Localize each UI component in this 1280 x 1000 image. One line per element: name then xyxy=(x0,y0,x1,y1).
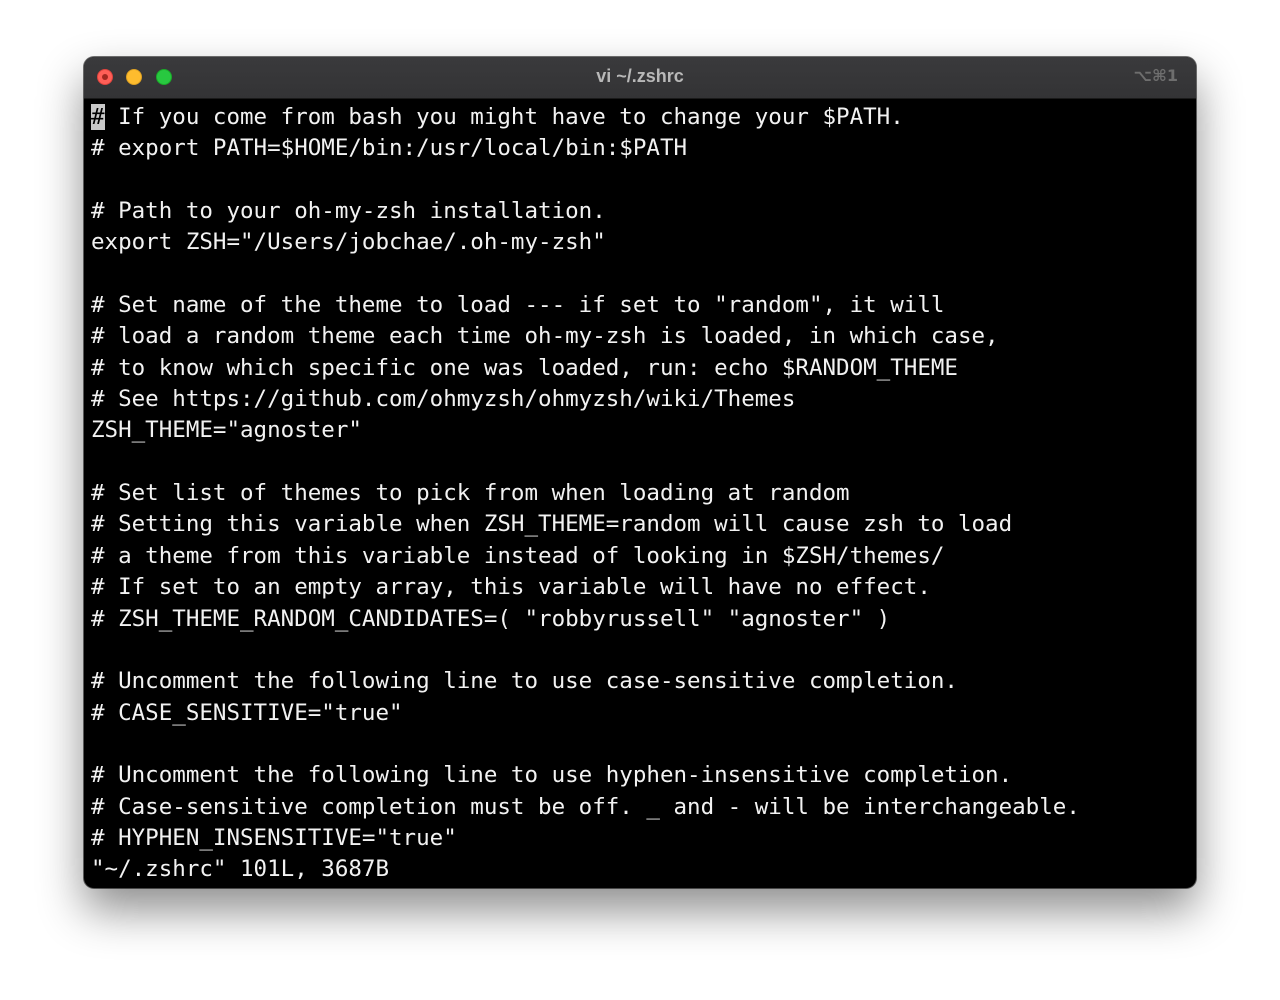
title-bar[interactable]: vi ~/.zshrc ⌥⌘1 xyxy=(84,57,1196,99)
status-line: "~/.zshrc" 101L, 3687B xyxy=(91,856,390,883)
editor-line: # a theme from this variable instead of … xyxy=(91,542,945,569)
window-title: vi ~/.zshrc xyxy=(596,66,684,86)
text-cursor: # xyxy=(91,104,105,130)
editor-line: # load a random theme each time oh-my-zs… xyxy=(91,323,999,350)
editor-line: # Path to your oh-my-zsh installation. xyxy=(91,198,606,225)
editor-line: export ZSH="/Users/jobchae/.oh-my-zsh" xyxy=(91,229,606,256)
editor-line: # See https://github.com/ohmyzsh/ohmyzsh… xyxy=(91,386,796,413)
terminal-window: vi ~/.zshrc ⌥⌘1 # If you come from bash … xyxy=(84,57,1196,888)
editor-line: # Uncomment the following line to use hy… xyxy=(91,762,1013,789)
editor-line: # export PATH=$HOME/bin:/usr/local/bin:$… xyxy=(91,135,688,162)
editor-line: # to know which specific one was loaded,… xyxy=(91,354,958,381)
editor-line: # Set list of themes to pick from when l… xyxy=(91,480,850,507)
editor-line: # Uncomment the following line to use ca… xyxy=(91,668,958,695)
editor-line: ZSH_THEME="agnoster" xyxy=(91,417,362,444)
editor-line: # If set to an empty array, this variabl… xyxy=(91,574,931,601)
editor-line: # If you come from bash you might have t… xyxy=(91,102,1188,133)
editor-buffer[interactable]: # If you come from bash you might have t… xyxy=(91,102,1188,888)
window-shortcut-label: ⌥⌘1 xyxy=(1133,66,1178,85)
editor-line: # Set name of the theme to load --- if s… xyxy=(91,292,945,319)
editor-line: # Setting this variable when ZSH_THEME=r… xyxy=(91,511,1013,538)
editor-line: # ZSH_THEME_RANDOM_CANDIDATES=( "robbyru… xyxy=(91,605,891,632)
editor-line-text: If you come from bash you might have to … xyxy=(104,104,904,130)
editor-line: # Case-sensitive completion must be off.… xyxy=(91,793,1080,820)
editor-line: # CASE_SENSITIVE="true" xyxy=(91,699,403,726)
editor-line: # HYPHEN_INSENSITIVE="true" xyxy=(91,824,457,851)
